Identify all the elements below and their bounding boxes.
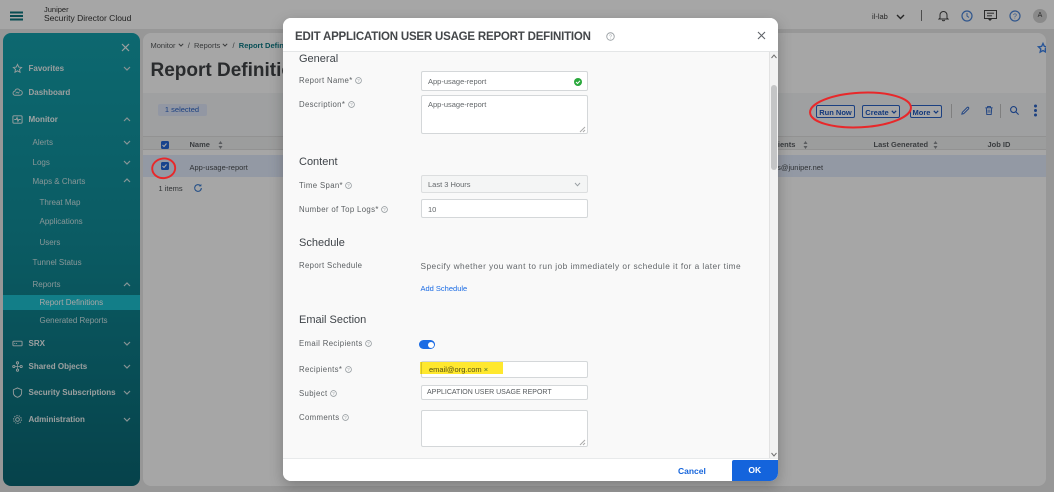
svg-text:?: ? xyxy=(347,367,350,372)
svg-text:?: ? xyxy=(383,207,386,212)
svg-text:?: ? xyxy=(332,391,335,396)
svg-text:?: ? xyxy=(357,78,360,83)
svg-text:?: ? xyxy=(609,34,612,40)
svg-text:?: ? xyxy=(344,415,347,420)
svg-text:?: ? xyxy=(350,102,353,107)
svg-text:?: ? xyxy=(367,341,370,346)
svg-text:?: ? xyxy=(348,183,351,188)
